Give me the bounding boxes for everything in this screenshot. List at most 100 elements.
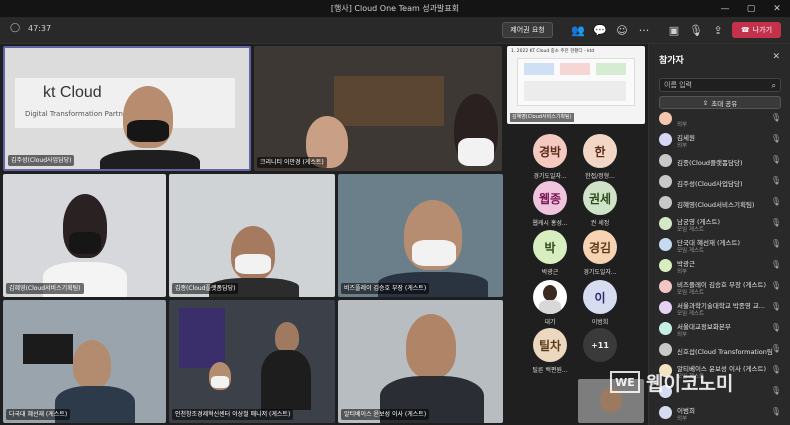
minimize-icon[interactable]: —: [712, 0, 738, 17]
participant-avatar: [659, 175, 672, 188]
participant-avatar[interactable]: 경박: [533, 134, 567, 168]
participant-row[interactable]: 외부 🎙: [659, 110, 785, 128]
participant-name: 김세원: [677, 134, 695, 142]
avatar-label: 이범희: [591, 319, 609, 326]
participants-icon[interactable]: 👥: [568, 21, 588, 40]
participant-avatar: [659, 301, 672, 314]
camera-off-icon[interactable]: ▣: [664, 21, 684, 40]
participant-role: 모임 게스트: [677, 248, 705, 254]
face-mask: [127, 120, 169, 142]
watermark-text: 웹이코노미: [646, 373, 734, 395]
title-bar: [행사] Cloud One Team 성과발표회 — ▢ ✕: [0, 0, 790, 17]
participant-row[interactable]: 김혜영(Cloud서비스기획팀) 🎙: [659, 194, 785, 212]
video-tile[interactable]: 인천창조경제혁신센터 이상철 매니저 (게스트): [169, 300, 335, 423]
video-tile[interactable]: 비즈플레이 김승호 부장 (게스트): [338, 174, 503, 297]
share-invite-button[interactable]: ⇪ 초대 공유: [659, 96, 781, 109]
more-participants-badge[interactable]: +11: [583, 328, 617, 362]
participant-avatar: [659, 238, 672, 251]
mic-muted-icon: 🎙: [770, 239, 781, 248]
avatar-label: 웹케시 홍성...: [532, 220, 568, 227]
participant-row[interactable]: 서울대교정보화본부 외부 🎙: [659, 320, 785, 338]
video-grid: kt Cloud Digital Transformation Partner …: [0, 44, 506, 425]
participant-row[interactable]: 신호섭(Cloud Transformation팀) 🎙: [659, 341, 785, 359]
participant-photo-avatar[interactable]: [533, 280, 567, 314]
photo-head: [543, 285, 557, 301]
mic-muted-icon: 🎙: [770, 197, 781, 206]
face-mask: [458, 138, 494, 166]
meeting-toolbar: ◯ 47:37 제어권 요청 👥 💬 ☺ ··· ▣ 🎙 ⇪ ☎ 나가기: [0, 17, 790, 44]
video-tile[interactable]: 김혜영(Cloud서비스기획팀): [3, 174, 166, 297]
shield-icon: ◯: [10, 23, 21, 33]
participant-avatar[interactable]: 이: [583, 280, 617, 314]
video-tile[interactable]: 크리니티 이만경 (게스트): [254, 46, 502, 171]
participant-row[interactable]: 단국대 혜선재 (게스트) 모임 게스트 🎙: [659, 236, 785, 254]
participant-head: [275, 322, 299, 352]
more-count: +11: [591, 340, 609, 350]
avatar-label: 틸른 백편원...: [532, 367, 568, 374]
participant-avatar: [659, 112, 672, 125]
monitor: [23, 334, 73, 364]
avatar-initials: 권세: [588, 191, 612, 206]
slide-box: [596, 63, 626, 75]
video-tile[interactable]: 알티베이스 윤보성 이사 (게스트): [338, 300, 503, 423]
participant-avatar: [659, 406, 672, 419]
reactions-icon[interactable]: ☺: [612, 21, 632, 40]
close-panel-icon[interactable]: ✕: [772, 52, 780, 62]
participant-role: 모임 게스트: [677, 227, 705, 233]
participant-avatar[interactable]: 박: [533, 230, 567, 264]
avatar-label: 경기도일자...: [533, 173, 567, 180]
shared-screen-thumbnail[interactable]: 1. 2022 KT Cloud 중소 추진 현황다 - ktd 김혜영(Clo…: [507, 46, 645, 124]
video-tile[interactable]: 다국대 혜선재 (게스트): [3, 300, 166, 423]
close-window-icon[interactable]: ✕: [764, 0, 790, 17]
backdrop-tagline: Digital Transformation Partner: [25, 110, 131, 118]
leave-button[interactable]: ☎ 나가기: [732, 22, 781, 38]
participant-role: 외부: [677, 416, 688, 422]
participant-avatar: [659, 259, 672, 272]
chat-icon[interactable]: 💬: [590, 21, 610, 40]
participant-head: [73, 340, 111, 388]
share-icon: ⇪: [702, 98, 709, 107]
participant-role: 모임 게스트: [677, 290, 705, 296]
participant-row[interactable]: 김주성(Cloud사업담당) 🎙: [659, 173, 785, 191]
participant-row[interactable]: 박광근 외부 🎙: [659, 257, 785, 275]
participant-avatar: [659, 343, 672, 356]
mic-muted-icon: 🎙: [770, 176, 781, 185]
participant-head: [406, 314, 456, 378]
tile-name-label: 김종(Cloud플랫폼담당): [172, 283, 239, 294]
participant-row[interactable]: 서울과학기술대학교 박종영 교... 모임 게스트 🎙: [659, 299, 785, 317]
participant-row[interactable]: 비즈플레이 김승호 부장 (게스트) 모임 게스트 🎙: [659, 278, 785, 296]
share-screen-icon[interactable]: ⇪: [708, 21, 728, 40]
maximize-icon[interactable]: ▢: [738, 0, 764, 17]
mic-muted-icon: 🎙: [770, 218, 781, 227]
face-mask: [211, 376, 229, 388]
participant-avatar[interactable]: 틸차: [533, 328, 567, 362]
bookshelf: [334, 76, 444, 126]
participant-row[interactable]: 남궁영 (게스트) 모임 게스트 🎙: [659, 215, 785, 233]
mic-muted-icon: 🎙: [770, 113, 781, 122]
participant-name: 박광근: [677, 260, 695, 268]
slide-table: [524, 81, 626, 101]
participant-name: 김종(Cloud플랫폼담당): [677, 159, 743, 167]
participant-row[interactable]: 이범희 외부 🎙: [659, 404, 785, 422]
tile-name-label: 인천창조경제혁신센터 이상철 매니저 (게스트): [172, 409, 294, 420]
tile-name-label: 김혜영(Cloud서비스기획팀): [6, 283, 84, 294]
video-tile[interactable]: kt Cloud Digital Transformation Partner …: [3, 46, 251, 171]
video-tile[interactable]: 김종(Cloud플랫폼담당): [169, 174, 335, 297]
participant-avatar[interactable]: 경김: [583, 230, 617, 264]
participant-avatar[interactable]: 한: [583, 134, 617, 168]
meeting-timer: 47:37: [28, 24, 52, 33]
avatar-initials: 이: [594, 290, 606, 305]
request-control-button[interactable]: 제어권 요청: [502, 22, 553, 38]
panel-title: 참가자: [659, 56, 684, 66]
participant-avatar[interactable]: 웹종: [533, 181, 567, 215]
participant-avatar[interactable]: 권세: [583, 181, 617, 215]
avatar-label: 박광근: [541, 269, 559, 276]
participant-avatar: [659, 154, 672, 167]
mic-off-icon[interactable]: 🎙: [686, 21, 706, 40]
participant-row[interactable]: 김세원 외부 🎙: [659, 131, 785, 149]
more-options-icon[interactable]: ···: [634, 21, 654, 40]
participant-search-input[interactable]: 이름 입력 ⌕: [659, 78, 781, 92]
slide-box: [560, 63, 590, 75]
participant-avatar: [659, 133, 672, 146]
participant-row[interactable]: 김종(Cloud플랫폼담당) 🎙: [659, 152, 785, 170]
